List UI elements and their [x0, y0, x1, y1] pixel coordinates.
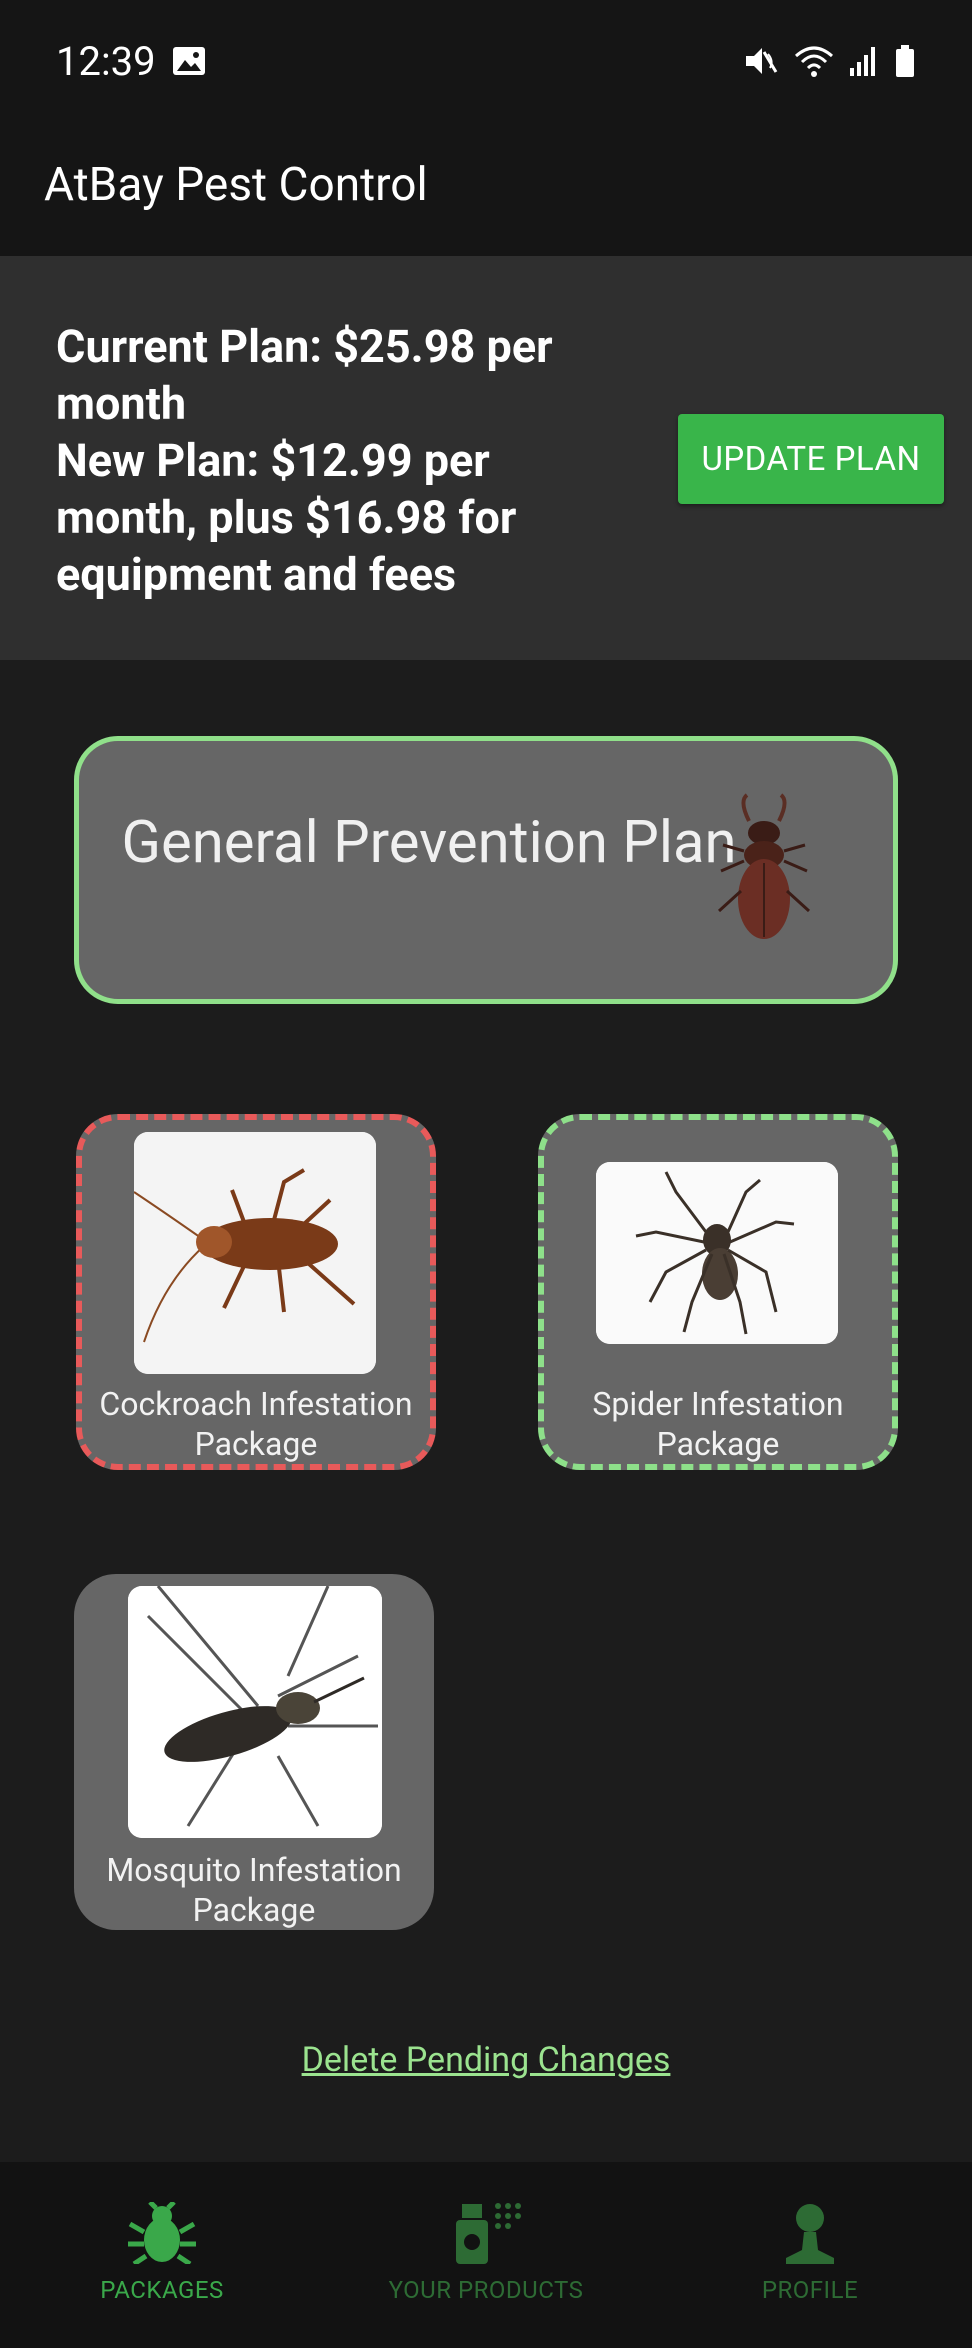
package-card-mosquito[interactable]: Mosquito Infestation Package	[74, 1574, 434, 1930]
delete-pending-changes-link[interactable]: Delete Pending Changes	[0, 2040, 972, 2080]
package-card-cockroach[interactable]: Cockroach Infestation Package	[76, 1114, 436, 1470]
nav-label: YOUR PRODUCTS	[388, 2276, 584, 2304]
status-time: 12:39	[56, 38, 156, 85]
app-bar: AtBay Pest Control	[0, 110, 972, 256]
nav-your-products[interactable]: YOUR PRODUCTS	[324, 2202, 648, 2304]
cockroach-icon	[134, 1132, 376, 1374]
mosquito-image	[128, 1586, 382, 1838]
nav-label: PACKAGES	[100, 2276, 224, 2304]
image-icon	[173, 47, 205, 75]
wifi-icon	[795, 46, 833, 77]
package-label: Cockroach Infestation Package	[99, 1385, 413, 1463]
bottom-navigation: PACKAGES YOUR PRODUCTS PROFILE	[0, 2162, 972, 2348]
nav-profile[interactable]: PROFILE	[648, 2202, 972, 2304]
new-plan-text: New Plan: $12.99 per month, plus $16.98 …	[56, 434, 517, 601]
mute-icon	[746, 48, 778, 74]
app-title: AtBay Pest Control	[44, 158, 428, 212]
general-plan-title: General Prevention Plan	[121, 809, 737, 877]
package-label: Mosquito Infestation Package	[106, 1851, 402, 1929]
update-plan-button[interactable]: UPDATE PLAN	[678, 414, 944, 504]
beetle-image	[717, 793, 811, 939]
mosquito-icon	[128, 1586, 382, 1838]
plan-text: Current Plan: $25.98 per month New Plan:…	[56, 318, 616, 603]
package-card-spider[interactable]: Spider Infestation Package	[538, 1114, 898, 1470]
person-icon	[786, 2204, 834, 2264]
spider-icon	[596, 1162, 838, 1344]
nav-packages[interactable]: PACKAGES	[0, 2202, 324, 2304]
plan-summary: Current Plan: $25.98 per month New Plan:…	[0, 256, 972, 660]
status-icons	[744, 44, 916, 78]
spider-image	[596, 1162, 838, 1344]
status-bar: 12:39	[0, 0, 972, 110]
battery-icon	[896, 45, 914, 77]
spray-icon	[456, 2203, 521, 2264]
general-prevention-card[interactable]: General Prevention Plan	[74, 736, 898, 1004]
current-plan-text: Current Plan: $25.98 per month	[56, 320, 553, 430]
cockroach-image	[134, 1132, 376, 1374]
nav-label: PROFILE	[761, 2276, 859, 2304]
bug-icon	[128, 2202, 196, 2264]
package-label: Spider Infestation Package	[592, 1385, 844, 1463]
signal-icon	[850, 47, 875, 76]
